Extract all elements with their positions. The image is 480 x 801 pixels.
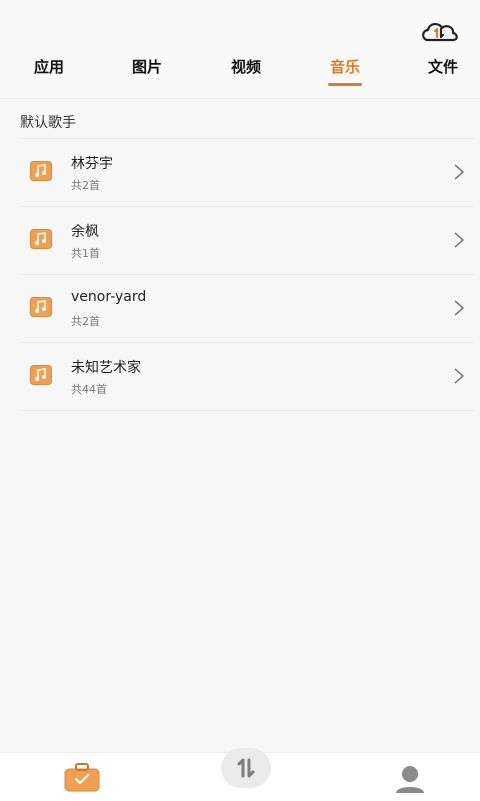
chevron-right-icon xyxy=(452,299,466,317)
tab-music[interactable]: 音乐 xyxy=(315,56,375,77)
tab-images[interactable]: 图片 xyxy=(117,56,177,77)
music-note-icon xyxy=(30,365,52,385)
song-count: 共1首 xyxy=(71,247,100,260)
tab-videos[interactable]: 视频 xyxy=(216,56,276,77)
song-count: 共44首 xyxy=(71,383,107,396)
list-item[interactable]: venor-yard 共2首 xyxy=(20,274,474,342)
music-note-icon xyxy=(30,161,52,181)
category-tabs: 应用 图片 视频 音乐 文件 xyxy=(0,56,480,88)
tab-files[interactable]: 文件 xyxy=(413,56,473,77)
top-header: 应用 图片 视频 音乐 文件 xyxy=(0,0,480,99)
list-item[interactable]: 未知艺术家 共44首 xyxy=(20,342,474,411)
chevron-right-icon xyxy=(452,163,466,181)
tab-apps[interactable]: 应用 xyxy=(19,56,79,77)
cloud-sync-icon[interactable] xyxy=(418,18,460,46)
active-tab-indicator xyxy=(328,83,362,86)
music-note-icon xyxy=(30,297,52,317)
user-icon[interactable] xyxy=(393,763,427,793)
transfer-arrows-icon[interactable] xyxy=(221,748,271,788)
briefcase-check-icon[interactable] xyxy=(64,761,100,793)
chevron-right-icon xyxy=(452,231,466,249)
artist-name: 余枫 xyxy=(71,224,99,240)
song-count: 共2首 xyxy=(71,179,100,192)
artist-name: 未知艺术家 xyxy=(71,360,141,376)
chevron-right-icon xyxy=(452,367,466,385)
list-item[interactable]: 林芬宇 共2首 xyxy=(20,138,474,206)
song-count: 共2首 xyxy=(71,315,100,328)
list-item[interactable]: 余枫 共1首 xyxy=(20,206,474,274)
artist-name: venor-yard xyxy=(71,289,147,305)
artist-list: 林芬宇 共2首 余枫 共1首 venor-yard 共2首 未知艺术家 共44首 xyxy=(20,138,474,411)
artist-name: 林芬宇 xyxy=(71,156,113,172)
section-title: 默认歌手 xyxy=(20,115,76,131)
bottom-navigation xyxy=(0,748,480,801)
music-note-icon xyxy=(30,229,52,249)
